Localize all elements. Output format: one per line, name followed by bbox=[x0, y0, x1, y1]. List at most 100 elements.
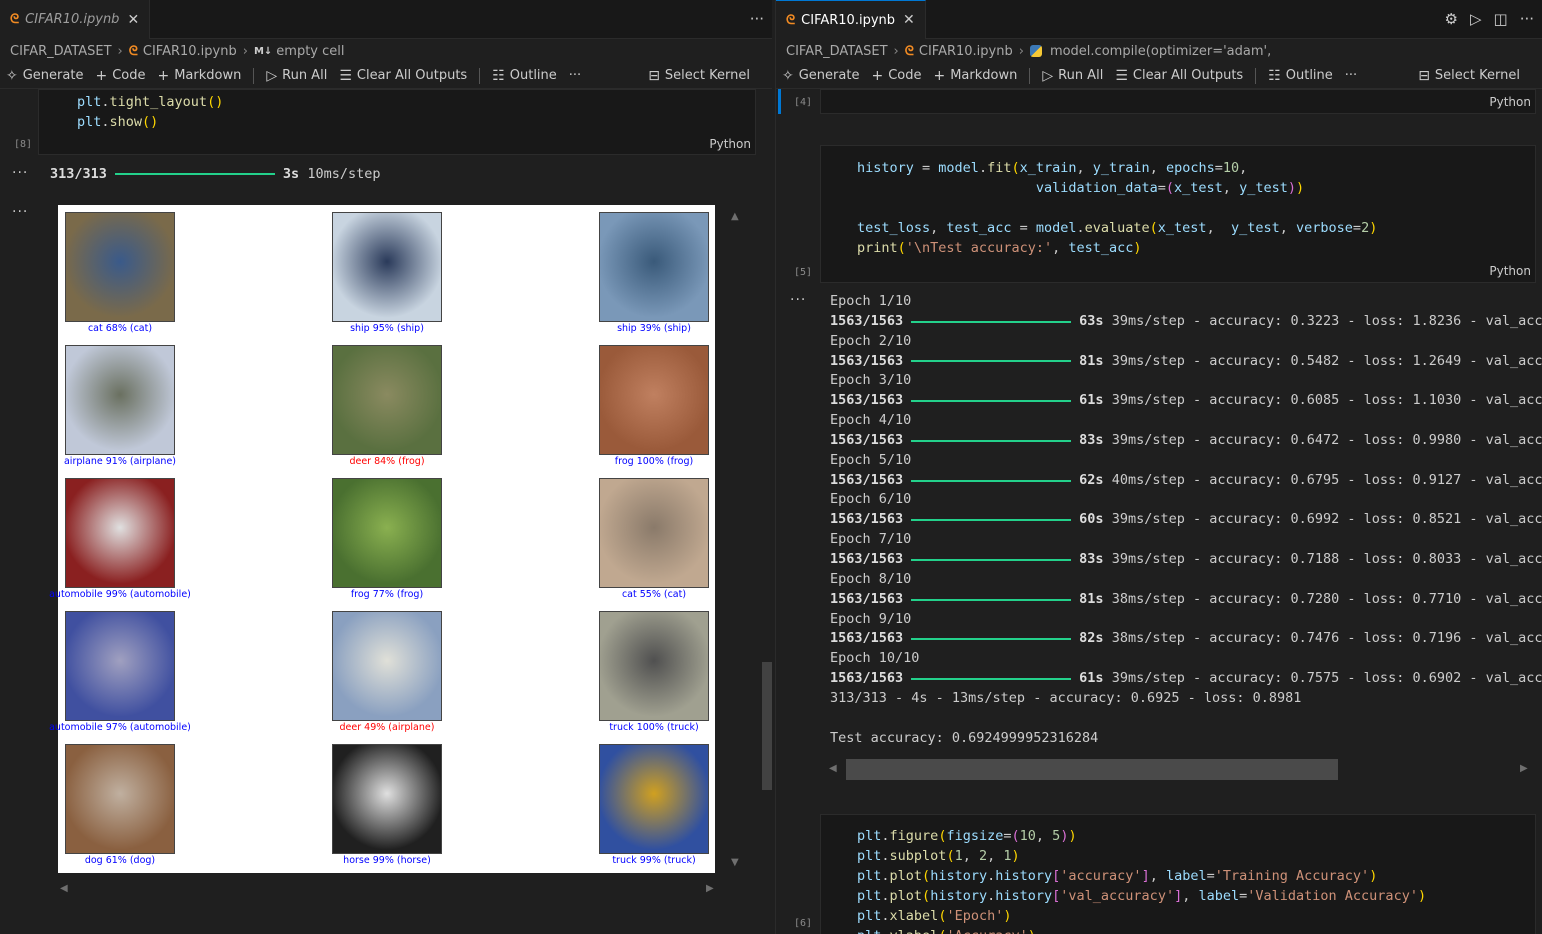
prediction-caption: deer 49% (airplane) bbox=[339, 722, 435, 733]
code-cell-4[interactable]: Python bbox=[820, 89, 1536, 114]
split-editor-icon[interactable]: ◫ bbox=[1494, 10, 1508, 28]
prediction-thumbnail bbox=[65, 478, 175, 588]
epoch-time: 83s bbox=[1079, 550, 1104, 567]
close-icon[interactable]: ✕ bbox=[127, 12, 139, 28]
epoch-loss: 0.7710 bbox=[1412, 590, 1462, 607]
generate-button[interactable]: ✧ Generate bbox=[782, 68, 859, 84]
cell-code[interactable]: history = model.fit(x_train, y_train, ep… bbox=[857, 158, 1377, 258]
chevron-right-icon: › bbox=[1018, 43, 1024, 59]
left-tab-actions: ··· bbox=[750, 10, 764, 28]
epoch-rate: 39ms/step bbox=[1111, 670, 1185, 687]
cell-language[interactable]: Python bbox=[709, 137, 751, 151]
add-markdown-button[interactable]: + Markdown bbox=[157, 68, 241, 84]
prediction-caption: ship 39% (ship) bbox=[617, 323, 691, 334]
breadcrumb: CIFAR_DATASET › ᘓ CIFAR10.ipynb › model.… bbox=[776, 39, 1542, 63]
tab-cifar10-left[interactable]: ᘓ CIFAR10.ipynb ✕ bbox=[0, 0, 151, 39]
prediction-caption: frog 77% (frog) bbox=[350, 589, 424, 600]
epoch-rate: 40ms/step bbox=[1111, 471, 1185, 488]
clear-all-icon: ☰ bbox=[1115, 67, 1128, 84]
code-cell-5[interactable]: history = model.fit(x_train, y_train, ep… bbox=[820, 145, 1536, 283]
vertical-scrollbar[interactable] bbox=[762, 662, 772, 790]
markdown-label: Markdown bbox=[174, 68, 242, 83]
epoch-valacc-label: - val_acc bbox=[1461, 590, 1542, 607]
epoch-time: 62s bbox=[1079, 471, 1104, 488]
breadcrumb-cell[interactable]: model.compile(optimizer='adam', bbox=[1050, 44, 1271, 59]
scroll-up-icon[interactable]: ▲ bbox=[731, 211, 739, 222]
run-icon[interactable]: ▷ bbox=[1470, 10, 1482, 28]
gear-icon[interactable]: ⚙ bbox=[1445, 10, 1458, 28]
toolbar-divider bbox=[479, 67, 481, 84]
scroll-down-icon[interactable]: ▼ bbox=[731, 857, 739, 868]
generate-label: Generate bbox=[798, 68, 860, 83]
epoch-rate: 38ms/step bbox=[1111, 630, 1185, 647]
epoch-label: Epoch 1/10 bbox=[830, 293, 912, 309]
breadcrumb-file[interactable]: CIFAR10.ipynb bbox=[919, 44, 1013, 59]
progress-bar bbox=[911, 320, 1072, 323]
left-editor-pane: ᘓ CIFAR10.ipynb ✕ ··· CIFAR_DATASET › ᘓ … bbox=[0, 0, 772, 934]
epoch-progress-line: 1563/1563 83s 39ms/step - accuracy: 0.647… bbox=[830, 431, 1542, 451]
epoch-loss: 0.8521 bbox=[1412, 511, 1462, 528]
prediction-thumbnail bbox=[599, 212, 709, 322]
cell-language[interactable]: Python bbox=[1489, 264, 1531, 278]
select-kernel-button[interactable]: ⊟ Select Kernel bbox=[648, 68, 750, 84]
epoch-rate: 39ms/step bbox=[1111, 352, 1185, 369]
epoch-label: Epoch 4/10 bbox=[830, 412, 912, 429]
epoch-steps: 1563/1563 bbox=[830, 630, 904, 647]
breadcrumb-file[interactable]: CIFAR10.ipynb bbox=[143, 44, 237, 59]
epoch-valacc-label: - val_acc bbox=[1461, 670, 1542, 687]
output-more-icon[interactable]: ··· bbox=[12, 165, 28, 181]
prediction-thumbnail bbox=[332, 478, 442, 588]
epoch-time: 81s bbox=[1079, 352, 1104, 369]
scroll-right-icon[interactable]: ▶ bbox=[1520, 763, 1528, 774]
tab-cifar10-right[interactable]: ᘓ CIFAR10.ipynb ✕ bbox=[776, 0, 926, 39]
run-all-button[interactable]: ▷ Run All bbox=[1042, 68, 1103, 84]
select-kernel-button[interactable]: ⊟ Select Kernel bbox=[1418, 68, 1520, 84]
epoch-progress-line: 1563/1563 63s 39ms/step - accuracy: 0.322… bbox=[830, 312, 1542, 332]
more-toolbar-button[interactable]: ··· bbox=[569, 68, 581, 83]
more-actions-icon[interactable]: ··· bbox=[750, 10, 764, 28]
breadcrumb-folder[interactable]: CIFAR_DATASET bbox=[786, 44, 888, 59]
epoch-label-line: Epoch 8/10 bbox=[830, 570, 1542, 590]
outline-icon: ☷ bbox=[1268, 67, 1281, 84]
outline-button[interactable]: ☷ Outline bbox=[492, 68, 557, 84]
close-icon[interactable]: ✕ bbox=[903, 12, 915, 28]
add-code-button[interactable]: + Code bbox=[95, 68, 145, 84]
markdown-label: Markdown bbox=[950, 68, 1018, 83]
generate-button[interactable]: ✧ Generate bbox=[6, 68, 83, 84]
add-markdown-button[interactable]: + Markdown bbox=[933, 68, 1017, 84]
jupyter-icon: ᘓ bbox=[904, 43, 914, 59]
scroll-left-icon[interactable]: ◀ bbox=[829, 763, 837, 774]
scroll-right-icon[interactable]: ▶ bbox=[706, 883, 714, 894]
run-all-button[interactable]: ▷ Run All bbox=[266, 68, 327, 84]
more-toolbar-button[interactable]: ··· bbox=[1345, 68, 1357, 83]
epoch-loss: 1.1030 bbox=[1412, 392, 1462, 409]
code-cell-8[interactable]: plt.tight_layout() plt.show() Python bbox=[38, 89, 756, 155]
clear-outputs-button[interactable]: ☰ Clear All Outputs bbox=[339, 68, 467, 84]
cell-language[interactable]: Python bbox=[1489, 95, 1531, 109]
code-label: Code bbox=[112, 68, 146, 83]
output-more-icon[interactable]: ··· bbox=[12, 204, 28, 220]
breadcrumb-cell[interactable]: empty cell bbox=[276, 44, 344, 59]
add-code-button[interactable]: + Code bbox=[871, 68, 921, 84]
epoch-acc-label: - accuracy: bbox=[1184, 511, 1291, 528]
more-actions-icon[interactable]: ··· bbox=[1520, 10, 1534, 28]
output-more-icon[interactable]: ··· bbox=[790, 292, 806, 308]
epoch-loss-label: - loss: bbox=[1339, 352, 1413, 369]
cell-code[interactable]: plt.figure(figsize=(10, 5)) plt.subplot(… bbox=[857, 826, 1426, 934]
clear-outputs-button[interactable]: ☰ Clear All Outputs bbox=[1115, 68, 1243, 84]
toolbar-divider bbox=[253, 67, 255, 84]
prediction-thumbnail bbox=[65, 744, 175, 854]
cell-code[interactable]: plt.tight_layout() plt.show() bbox=[77, 92, 223, 132]
code-cell-6[interactable]: plt.figure(figsize=(10, 5)) plt.subplot(… bbox=[820, 814, 1536, 934]
prediction-thumbnail bbox=[599, 744, 709, 854]
epoch-accuracy: 0.3223 bbox=[1290, 312, 1340, 329]
breadcrumb-folder[interactable]: CIFAR_DATASET bbox=[10, 44, 112, 59]
horizontal-scrollbar[interactable] bbox=[846, 759, 1338, 780]
epoch-steps: 1563/1563 bbox=[830, 352, 904, 369]
scroll-left-icon[interactable]: ◀ bbox=[60, 883, 68, 894]
outline-button[interactable]: ☷ Outline bbox=[1268, 68, 1333, 84]
